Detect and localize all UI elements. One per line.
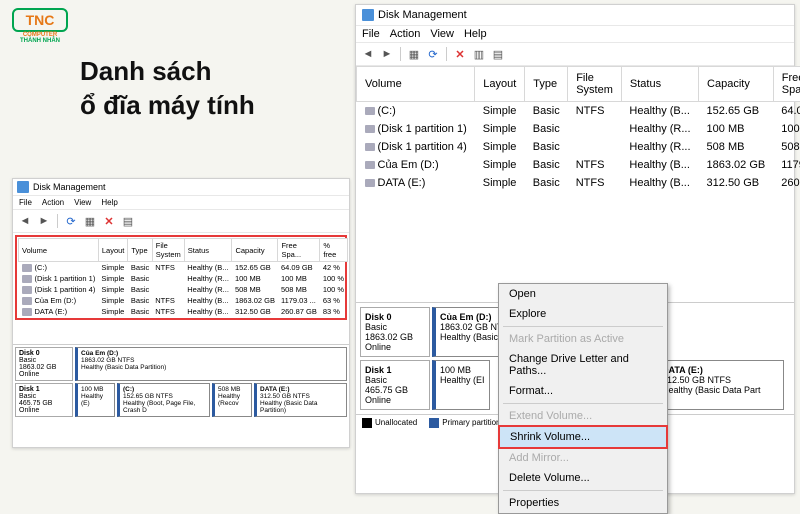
ctx-format[interactable]: Format... — [499, 381, 667, 401]
menu-file[interactable]: File — [362, 28, 380, 40]
col-layout[interactable]: Layout — [98, 239, 128, 262]
volume-list-highlight: Volume Layout Type File System Status Ca… — [15, 235, 347, 320]
ctx-open[interactable]: Open — [499, 284, 667, 304]
disk-mgmt-window-small: Disk Management File Action View Help ◄ … — [12, 178, 350, 448]
col-capacity[interactable]: Capacity — [699, 67, 774, 102]
volume-row[interactable]: Của Em (D:)SimpleBasicNTFSHealthy (B...1… — [19, 295, 348, 306]
page-heading: Danh sách ổ đĩa máy tính — [80, 55, 255, 123]
col-status[interactable]: Status — [184, 239, 232, 262]
disk-row: Disk 1Basic465.75 GBOnline 100 MBHealthy… — [15, 383, 347, 417]
disk-row: Disk 0Basic1863.02 GBOnline Của Em (D:)1… — [15, 347, 347, 381]
toolbar: ◄ ► ⟳ ▦ ✕ ▤ — [13, 210, 349, 233]
partition[interactable]: 100 MBHealthy (E) — [75, 383, 115, 417]
refresh-icon[interactable]: ⟳ — [63, 213, 79, 229]
volume-table: Volume Layout Type File System Status Ca… — [356, 66, 800, 192]
volume-table: Volume Layout Type File System Status Ca… — [18, 238, 348, 317]
delete-icon[interactable]: ✕ — [452, 46, 468, 62]
col-type[interactable]: Type — [128, 239, 152, 262]
legend-unallocated: Unallocated — [362, 418, 417, 428]
forward-icon[interactable]: ► — [36, 213, 52, 229]
col-capacity[interactable]: Capacity — [232, 239, 278, 262]
view-icon[interactable]: ▥ — [471, 46, 487, 62]
window-title: Disk Management — [13, 179, 349, 196]
volume-row[interactable]: (Disk 1 partition 1)SimpleBasicHealthy (… — [357, 120, 800, 138]
volume-row[interactable]: (Disk 1 partition 4)SimpleBasicHealthy (… — [357, 138, 800, 156]
volume-row[interactable]: (C:)SimpleBasicNTFSHealthy (B...152.65 G… — [357, 102, 800, 121]
col-layout[interactable]: Layout — [475, 67, 525, 102]
props-icon[interactable]: ▤ — [120, 213, 136, 229]
toolbar: ◄ ► ▦ ⟳ ✕ ▥ ▤ — [356, 43, 794, 66]
menu-action[interactable]: Action — [390, 28, 421, 40]
col-volume[interactable]: Volume — [19, 239, 99, 262]
menubar: File Action View Help — [13, 196, 349, 210]
legend-primary: Primary partition — [429, 418, 500, 428]
col-free[interactable]: Free Spa... — [773, 67, 800, 102]
menu-view[interactable]: View — [430, 28, 454, 40]
ctx-properties[interactable]: Properties — [499, 493, 667, 513]
disk-icon — [362, 9, 374, 21]
menu-action[interactable]: Action — [42, 198, 64, 207]
ctx-extend: Extend Volume... — [499, 406, 667, 426]
settings-icon[interactable]: ▤ — [490, 46, 506, 62]
col-free[interactable]: Free Spa... — [278, 239, 320, 262]
menu-help[interactable]: Help — [101, 198, 117, 207]
disk-icon — [17, 181, 29, 193]
menu-file[interactable]: File — [19, 198, 32, 207]
ctx-mirror: Add Mirror... — [499, 448, 667, 468]
partition-data-e[interactable]: DATA (E:)312.50 GB NTFSHealthy (Basic Da… — [654, 360, 784, 410]
col-status[interactable]: Status — [621, 67, 698, 102]
partition[interactable]: (C:)152.65 GB NTFSHealthy (Boot, Page Fi… — [117, 383, 210, 417]
disk-header[interactable]: Disk 1Basic465.75 GBOnline — [15, 383, 73, 417]
window-title: Disk Management — [356, 5, 794, 26]
ctx-delete[interactable]: Delete Volume... — [499, 468, 667, 488]
ctx-shrink[interactable]: Shrink Volume... — [499, 426, 667, 448]
menu-view[interactable]: View — [74, 198, 91, 207]
ctx-explore[interactable]: Explore — [499, 304, 667, 324]
col-fs[interactable]: File System — [152, 239, 184, 262]
col-type[interactable]: Type — [525, 67, 568, 102]
menu-help[interactable]: Help — [464, 28, 487, 40]
delete-icon[interactable]: ✕ — [101, 213, 117, 229]
partition[interactable]: Của Em (D:)1863.02 GB NTFSHealthy (Basic… — [75, 347, 347, 381]
volume-row[interactable]: DATA (E:)SimpleBasicNTFSHealthy (B...312… — [357, 174, 800, 192]
context-menu: Open Explore Mark Partition as Active Ch… — [498, 283, 668, 514]
volume-row[interactable]: DATA (E:)SimpleBasicNTFSHealthy (B...312… — [19, 306, 348, 317]
volume-row[interactable]: (C:)SimpleBasicNTFSHealthy (B...152.65 G… — [19, 262, 348, 274]
volume-row[interactable]: (Disk 1 partition 4)SimpleBasicHealthy (… — [19, 284, 348, 295]
partition[interactable]: DATA (E:)312.50 GB NTFSHealthy (Basic Da… — [254, 383, 347, 417]
col-volume[interactable]: Volume — [357, 67, 475, 102]
grid-icon[interactable]: ▦ — [406, 46, 422, 62]
volume-row[interactable]: (Disk 1 partition 1)SimpleBasicHealthy (… — [19, 273, 348, 284]
ctx-mark-active: Mark Partition as Active — [499, 329, 667, 349]
col-fs[interactable]: File System — [568, 67, 622, 102]
ctx-change-letter[interactable]: Change Drive Letter and Paths... — [499, 349, 667, 381]
partition[interactable]: 100 MBHealthy (EI — [432, 360, 490, 410]
back-icon[interactable]: ◄ — [360, 46, 376, 62]
forward-icon[interactable]: ► — [379, 46, 395, 62]
volume-row[interactable]: Của Em (D:)SimpleBasicNTFSHealthy (B...1… — [357, 156, 800, 174]
partition[interactable]: 508 MBHealthy (Recov — [212, 383, 252, 417]
tnc-logo: TNC COMPUTER THÀNH NHÂN — [12, 8, 68, 56]
disk-header[interactable]: Disk 0Basic1863.02 GBOnline — [360, 307, 430, 357]
back-icon[interactable]: ◄ — [17, 213, 33, 229]
col-pct[interactable]: % free — [320, 239, 347, 262]
refresh-icon[interactable]: ⟳ — [425, 46, 441, 62]
menubar: File Action View Help — [356, 26, 794, 43]
disk-header[interactable]: Disk 1Basic465.75 GBOnline — [360, 360, 430, 410]
disk-header[interactable]: Disk 0Basic1863.02 GBOnline — [15, 347, 73, 381]
grid-icon[interactable]: ▦ — [82, 213, 98, 229]
disk-map-small: Disk 0Basic1863.02 GBOnline Của Em (D:)1… — [13, 344, 349, 419]
